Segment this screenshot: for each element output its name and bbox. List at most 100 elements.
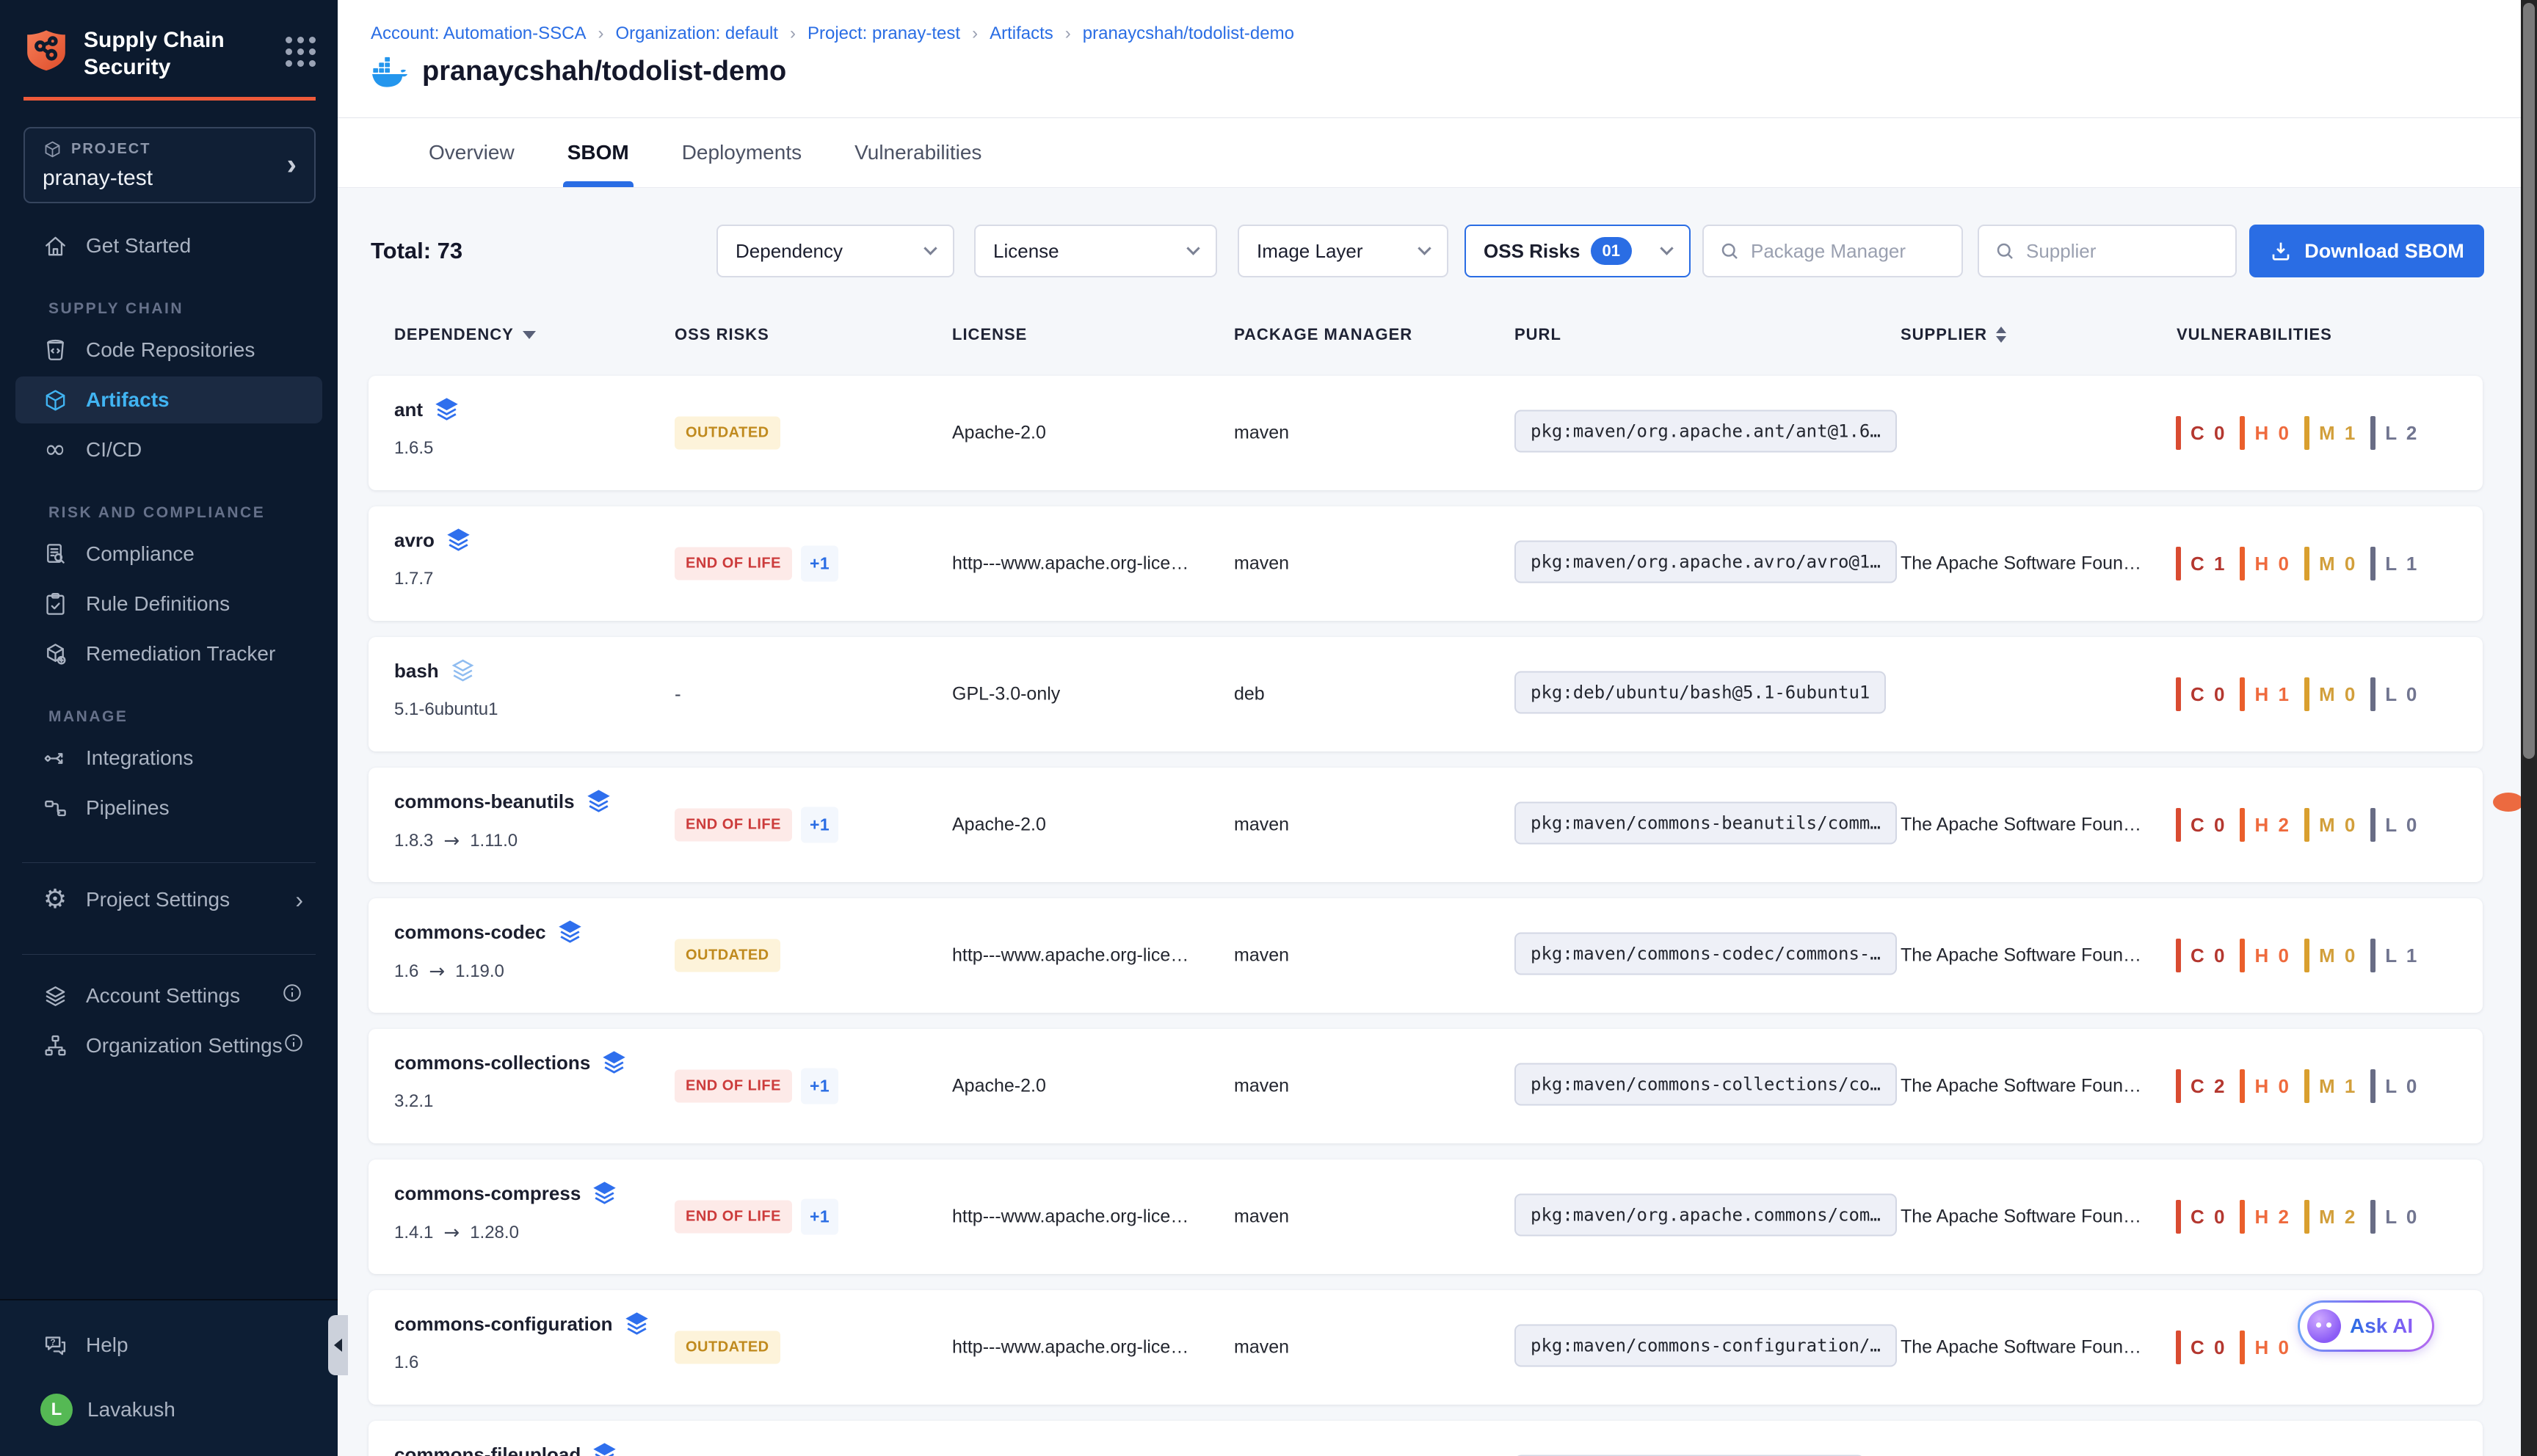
user-menu[interactable]: L Lavakush	[15, 1388, 322, 1431]
dependency-name: commons-beanutils	[394, 790, 575, 813]
column-label: VULNERABILITIES	[2177, 325, 2332, 344]
tab-deployments[interactable]: Deployments	[678, 118, 806, 187]
purl-value[interactable]: pkg:maven/commons-configuration/…	[1514, 1325, 1897, 1367]
dependency-version-new: 1.19.0	[455, 961, 504, 982]
sidebar-project-settings: ⚙Project Settings›	[0, 876, 338, 923]
tab-vulnerabilities[interactable]: Vulnerabilities	[850, 118, 986, 187]
ask-ai-label: Ask AI	[2350, 1314, 2413, 1338]
vuln-severity-bar	[2370, 1200, 2376, 1234]
breadcrumb-link[interactable]: Account: Automation-SSCA	[371, 23, 586, 44]
vuln-h-count: H 0	[2240, 547, 2290, 580]
breadcrumb-link[interactable]: Artifacts	[990, 23, 1053, 44]
ask-ai-button[interactable]: Ask AI	[2298, 1300, 2434, 1352]
sidebar-item-project-settings[interactable]: ⚙Project Settings›	[15, 876, 322, 923]
purl-value[interactable]: pkg:maven/org.apache.ant/ant@1.6…	[1514, 410, 1897, 453]
upgrade-arrow-icon: →	[443, 830, 460, 852]
vuln-severity-bar	[2304, 1200, 2309, 1234]
column-header-purl[interactable]: PURL	[1514, 317, 1561, 352]
sidebar-item-remediation-tracker[interactable]: Remediation Tracker	[15, 630, 322, 677]
sidebar-item-help[interactable]: ? Help	[15, 1324, 322, 1366]
download-sbom-label: Download SBOM	[2304, 240, 2464, 263]
sort-desc-icon	[523, 331, 536, 339]
supplier-cell: The Apache Software Foun…	[1901, 945, 2141, 967]
table-row-avro[interactable]: avro1.7.7END OF LIFE+1http---www.apache.…	[369, 506, 2483, 621]
supplier-search-input[interactable]	[2026, 240, 2221, 263]
filter-controls: Dependency License Image Layer OSS Risks…	[716, 225, 2484, 277]
purl-value[interactable]: pkg:maven/commons-codec/commons-…	[1514, 933, 1897, 975]
supplier-cell: The Apache Software Foun…	[1901, 1337, 2141, 1358]
sidebar-item-artifacts[interactable]: Artifacts	[15, 376, 322, 423]
download-sbom-button[interactable]: Download SBOM	[2249, 225, 2484, 277]
vuln-h-count: H 0	[2240, 416, 2290, 450]
license-cell: http---www.apache.org-lice…	[952, 553, 1188, 575]
column-header-package-manager[interactable]: PACKAGE MANAGER	[1234, 317, 1412, 352]
table-row-commons-collections[interactable]: commons-collections3.2.1END OF LIFE+1Apa…	[369, 1029, 2483, 1143]
package-manager-cell: maven	[1234, 553, 1289, 575]
oss-risks-filter-select[interactable]: OSS Risks 01	[1465, 225, 1691, 277]
purl-value[interactable]: pkg:maven/commons-collections/co…	[1514, 1063, 1897, 1106]
risk-badge-eol: END OF LIFE	[675, 1201, 792, 1234]
vertical-scrollbar[interactable]	[2521, 0, 2537, 1456]
breadcrumb-link[interactable]: Organization: default	[615, 23, 777, 44]
module-switcher-grid-icon[interactable]	[286, 37, 316, 67]
oss-risks-filter-label: OSS Risks	[1484, 240, 1580, 263]
image-layer-filter-select[interactable]: Image Layer	[1238, 225, 1448, 277]
column-header-oss-risks[interactable]: OSS RISKS	[675, 317, 769, 352]
risk-badge-eol: END OF LIFE	[675, 547, 792, 580]
layers-icon	[433, 396, 460, 423]
vuln-severity-bar	[2304, 939, 2309, 972]
breadcrumb-link[interactable]: Project: pranay-test	[807, 23, 960, 44]
license-filter-select[interactable]: License	[974, 225, 1217, 277]
vuln-severity-bar	[2370, 416, 2376, 450]
purl-value[interactable]: pkg:deb/ubuntu/bash@5.1-6ubuntu1	[1514, 671, 1886, 714]
tab-sbom[interactable]: SBOM	[563, 118, 634, 187]
table-row-ant[interactable]: ant1.6.5OUTDATEDApache-2.0mavenpkg:maven…	[369, 376, 2483, 490]
column-label: DEPENDENCY	[394, 325, 514, 344]
purl-value[interactable]: pkg:maven/org.apache.commons/com…	[1514, 1194, 1897, 1237]
table-row-commons-compress[interactable]: commons-compress1.4.1→1.28.0END OF LIFE+…	[369, 1160, 2483, 1274]
sidebar-item-get-started[interactable]: Get Started	[15, 222, 322, 269]
table-row-bash[interactable]: bash5.1-6ubuntu1-GPL-3.0-onlydebpkg:deb/…	[369, 637, 2483, 751]
notification-beacon-dot[interactable]	[2493, 793, 2524, 812]
purl-cell: pkg:maven/commons-beanutils/comm…	[1514, 802, 1897, 848]
supplier-cell: The Apache Software Foun…	[1901, 1076, 2141, 1097]
sidebar-item-code-repositories[interactable]: Code Repositories	[15, 327, 322, 374]
breadcrumb-link[interactable]: pranaycshah/todolist-demo	[1083, 23, 1294, 44]
ci-cd-icon: ∞	[40, 435, 70, 465]
sidebar-item-organization-settings[interactable]: Organization Settings	[15, 1022, 322, 1069]
column-header-dependency[interactable]: DEPENDENCY	[394, 317, 536, 352]
dependency-cell: commons-codec1.6→1.19.0	[394, 919, 584, 983]
vuln-severity-bar	[2176, 1331, 2181, 1364]
purl-value[interactable]: pkg:maven/commons-beanutils/comm…	[1514, 802, 1897, 845]
help-chat-icon: ?	[40, 1331, 70, 1360]
sidebar-item-label: Account Settings	[86, 984, 240, 1008]
search-icon	[1718, 240, 1741, 262]
sidebar-item-account-settings[interactable]: Account Settings	[15, 972, 322, 1019]
scrollbar-thumb[interactable]	[2523, 3, 2535, 759]
content-area: Total: 73 Dependency License Image Layer…	[338, 188, 2537, 1456]
vulnerabilities-cell: C 0H 2M 0L 0	[2176, 808, 2432, 842]
sidebar-item-ci-cd[interactable]: ∞CI/CD	[15, 426, 322, 473]
sidebar-collapse-handle[interactable]	[328, 1315, 348, 1375]
table-row-commons-configuration[interactable]: commons-configuration1.6OUTDATEDhttp---w…	[369, 1290, 2483, 1405]
table-row-commons-fileupload[interactable]: commons-fileuploadEND OF LIFE+1Apache-2.…	[369, 1421, 2483, 1456]
sidebar-item-pipelines[interactable]: Pipelines	[15, 785, 322, 831]
column-label: PURL	[1514, 325, 1561, 344]
sidebar-item-rule-definitions[interactable]: Rule Definitions	[15, 580, 322, 627]
vuln-severity-bar	[2176, 939, 2181, 972]
package-manager-search-input[interactable]	[1751, 240, 1947, 263]
column-header-supplier[interactable]: SUPPLIER	[1901, 317, 2006, 352]
dependency-cell: commons-fileupload	[394, 1441, 618, 1456]
tab-overview[interactable]: Overview	[424, 118, 519, 187]
project-selector[interactable]: PROJECT pranay-test ›	[23, 127, 316, 203]
dependency-filter-select[interactable]: Dependency	[716, 225, 954, 277]
column-header-license[interactable]: LICENSE	[952, 317, 1027, 352]
purl-value[interactable]: pkg:maven/org.apache.avro/avro@1…	[1514, 541, 1897, 583]
project-name: pranay-test	[43, 166, 297, 191]
sidebar-item-integrations[interactable]: Integrations	[15, 735, 322, 782]
table-row-commons-codec[interactable]: commons-codec1.6→1.19.0OUTDATEDhttp---ww…	[369, 898, 2483, 1013]
project-label-row: PROJECT	[43, 139, 297, 159]
column-header-vulnerabilities[interactable]: VULNERABILITIES	[2177, 317, 2332, 352]
sidebar-item-compliance[interactable]: Compliance	[15, 531, 322, 578]
table-row-commons-beanutils[interactable]: commons-beanutils1.8.3→1.11.0END OF LIFE…	[369, 768, 2483, 882]
